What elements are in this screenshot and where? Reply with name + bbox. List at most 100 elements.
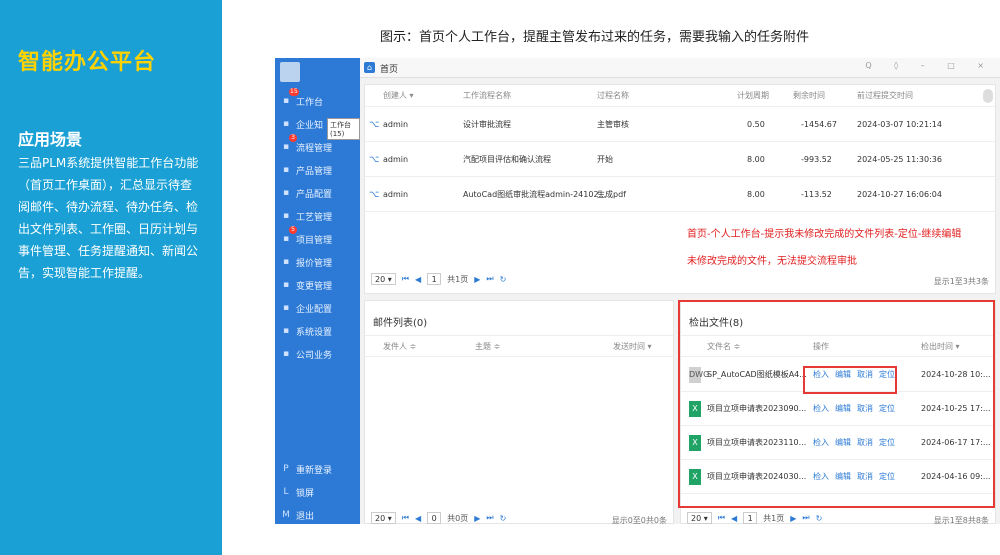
home-icon[interactable]: ⌂ [364, 62, 375, 73]
notification-badge: 15 [289, 88, 299, 96]
product-icon: ▪ [282, 165, 290, 175]
mail-pager-info: 显示0至0共0条 [611, 516, 667, 524]
sidebar-item-label: 工作台 [296, 97, 324, 108]
workbench-tooltip: 工作台(15) [327, 118, 360, 140]
sidebar-item[interactable]: ▪ 项目管理 5 [281, 226, 332, 248]
sidebar-item-label: 系统设置 [296, 327, 333, 338]
sidebar-item[interactable]: ▪ 工艺管理 [281, 207, 332, 225]
page-size-select[interactable]: 20 ▾ [371, 512, 396, 524]
first-page-icon[interactable]: ⏮ [718, 513, 725, 523]
sidebar-item[interactable]: ▪ 企业配置 [281, 299, 332, 317]
checkout-pager-info: 显示1至8共8条 [933, 516, 989, 524]
sidebar-item[interactable]: ▪ 报价管理 [281, 253, 332, 271]
next-page-icon[interactable]: ▶ [790, 514, 796, 523]
sidebar-item-label: 重新登录 [296, 465, 333, 476]
shortcut-key: L [283, 487, 289, 497]
col-remaining[interactable]: 剩余时间 [793, 85, 825, 107]
page-total: 共0页 [447, 513, 469, 523]
checkout-highlight-box [678, 300, 995, 508]
table-cell: 2024-03-07 10:21:14 [857, 120, 942, 129]
col-period[interactable]: 计划周期 [737, 85, 769, 107]
mail-panel: 邮件列表(0) 发件人 ≑ 主题 ≑ 发送时间 ▾ 20 ▾ ⏮ ◀ 0 共0页… [364, 300, 674, 524]
tab-home[interactable]: 首页 [380, 62, 398, 75]
sidebar-item[interactable]: ▪ 变更管理 [281, 276, 332, 294]
table-cell: 开始 [597, 155, 613, 164]
prev-page-icon[interactable]: ◀ [731, 514, 737, 523]
avatar[interactable] [280, 62, 300, 82]
next-page-icon[interactable]: ▶ [474, 514, 480, 523]
page-total: 共1页 [447, 274, 469, 284]
col-subject[interactable]: 主题 ≑ [475, 336, 500, 358]
page-input[interactable]: 1 [743, 512, 758, 524]
sidebar-item-label: 企业知 [296, 120, 324, 131]
figure-caption: 图示：首页个人工作台，提醒主管发布过来的任务，需要我输入的任务附件 [380, 30, 810, 45]
col-send-time[interactable]: 发送时间 ▾ [613, 336, 652, 358]
table-cell: 8.00 [747, 155, 765, 164]
annotation-note-1: 首页-个人工作台-提示我未修改完成的文件列表-定位-继续编辑 [687, 229, 962, 240]
app-window: ▪ 工作台 15 ▪ 企业知 ▪ 流程管理 3 ▪ 产品管理 ▪ 产品配置 ▪ 工艺管理 ▪ 项目管理 5 ▪ 报价… [275, 58, 1000, 524]
sidebar-item-label: 流程管理 [296, 143, 333, 154]
actions-highlight-box [803, 366, 897, 394]
first-page-icon[interactable]: ⏮ [402, 274, 409, 284]
refresh-icon[interactable]: ↻ [500, 514, 507, 523]
table-cell: -993.52 [801, 155, 832, 164]
sidebar-item-label: 企业配置 [296, 304, 333, 315]
notification-badge: 3 [289, 134, 297, 142]
workflow-icon: ⌥ [369, 120, 380, 130]
page-total: 共1页 [763, 513, 785, 523]
col-submit-time[interactable]: 前过程提交时间 [857, 85, 913, 107]
refresh-icon[interactable]: ↻ [816, 514, 823, 523]
intro-subtitle: 应用场景 [18, 130, 83, 149]
page-input[interactable]: 1 [427, 273, 442, 285]
window-controls[interactable]: Q ◊ – □ × [865, 61, 994, 70]
col-workflow[interactable]: 工作流程名称 [463, 85, 511, 107]
table-cell: 8.00 [747, 190, 765, 199]
page-input[interactable]: 0 [427, 512, 442, 524]
task-pager-info: 显示1至3共3条 [933, 277, 989, 286]
config-icon: ▪ [282, 188, 290, 198]
refresh-icon[interactable]: ↻ [500, 275, 507, 284]
last-page-icon[interactable]: ⏭ [486, 274, 493, 284]
topbar: ⌂ 首页 Q ◊ – □ × [360, 58, 1000, 78]
intro-panel: 智能办公平台 应用场景 三品PLM系统提供智能工作台功能（首页工作桌面），汇总显… [0, 0, 222, 555]
last-page-icon[interactable]: ⏭ [486, 513, 493, 523]
col-creator[interactable]: 创建人 ▾ [383, 85, 414, 107]
last-page-icon[interactable]: ⏭ [802, 513, 809, 523]
gear-icon: ▪ [282, 326, 290, 336]
project-icon: ▪ [282, 234, 290, 244]
sidebar-item[interactable]: ▪ 系统设置 [281, 322, 332, 340]
sidebar-bottom-item[interactable]: P 重新登录 [281, 460, 332, 478]
prev-page-icon[interactable]: ◀ [415, 275, 421, 284]
flow-icon: ▪ [282, 142, 290, 152]
scrollbar[interactable] [983, 89, 993, 103]
sidebar-item[interactable]: ▪ 流程管理 3 [281, 134, 333, 156]
table-row[interactable]: ⌥ admin 设计审批流程 主管审核 0.50 -1454.67 2024-03-07 1… [365, 108, 995, 142]
sidebar-item[interactable]: ▪ 产品配置 [281, 184, 332, 202]
process-icon: ▪ [282, 211, 290, 221]
next-page-icon[interactable]: ▶ [474, 275, 480, 284]
sidebar-item[interactable]: ▪ 工作台 15 [281, 88, 324, 110]
table-cell: admin [383, 155, 409, 164]
grid-icon: ▪ [282, 349, 290, 359]
prev-page-icon[interactable]: ◀ [415, 514, 421, 523]
first-page-icon[interactable]: ⏮ [402, 513, 409, 523]
sidebar-bottom-item[interactable]: M 退出 [281, 506, 314, 524]
sidebar-bottom-item[interactable]: L 锁屏 [281, 483, 314, 501]
page-size-select[interactable]: 20 ▾ [687, 512, 712, 524]
book-icon: ▪ [282, 119, 290, 129]
desk-icon: ▪ [282, 96, 290, 106]
col-process[interactable]: 过程名称 [597, 85, 629, 107]
workflow-icon: ⌥ [369, 155, 380, 165]
sidebar-item[interactable]: ▪ 企业知 [281, 115, 323, 133]
workflow-icon: ⌥ [369, 190, 380, 200]
sidebar-item[interactable]: ▪ 产品管理 [281, 161, 332, 179]
page-size-select[interactable]: 20 ▾ [371, 273, 396, 285]
col-sender[interactable]: 发件人 ≑ [383, 336, 416, 358]
sidebar-item[interactable]: ▪ 公司业务 [281, 345, 332, 363]
sidebar-item-label: 锁屏 [296, 488, 315, 499]
table-row[interactable]: ⌥ admin AutoCad图纸审批流程admin-24102... 生成pdf 8.… [365, 178, 995, 212]
table-row[interactable]: ⌥ admin 汽配项目评估和确认流程 开始 8.00 -993.52 2024-05-25… [365, 143, 995, 177]
shortcut-key: P [283, 464, 289, 474]
sidebar-item-label: 产品配置 [296, 189, 333, 200]
table-cell: 设计审批流程 [463, 120, 511, 129]
